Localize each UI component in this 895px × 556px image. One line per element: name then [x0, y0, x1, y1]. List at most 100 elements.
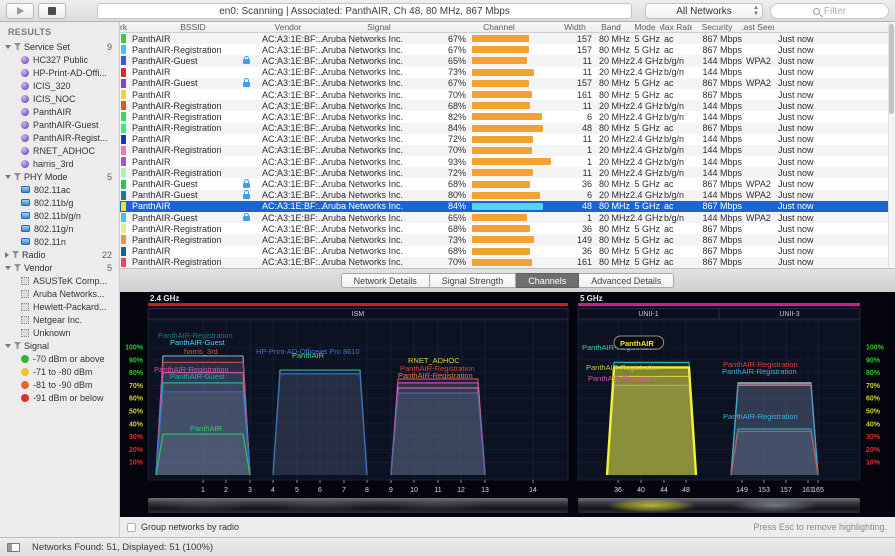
table-row[interactable]: PanthAIR-Registration AC:A3:1E:BF:... Arub…: [120, 111, 895, 122]
column-header-signal[interactable]: Signal: [318, 22, 440, 32]
column-header-network-name[interactable]: Network Name: [120, 22, 128, 32]
sidebar-item[interactable]: RNET_ADHOC: [0, 144, 119, 157]
table-row[interactable]: PanthAIR-Registration AC:A3:1E:BF:... Arub…: [120, 144, 895, 157]
sidebar-item[interactable]: 802.11n: [0, 235, 119, 248]
sidebar-item[interactable]: 802.11b/g: [0, 196, 119, 209]
sidebar-item[interactable]: PanthAIR-Guest: [0, 118, 119, 131]
disclosure-triangle-icon[interactable]: [5, 251, 9, 258]
sidebar-group-phy-mode[interactable]: PHY Mode 5: [0, 170, 119, 183]
tab-signal-strength[interactable]: Signal Strength: [429, 273, 517, 288]
table-row[interactable]: PanthAIR-Guest AC:A3:1E:BF:... Aruba Netwo…: [120, 189, 895, 201]
disclosure-triangle-icon[interactable]: [5, 343, 11, 348]
sidebar-item[interactable]: -91 dBm or below: [0, 391, 119, 404]
disclosure-triangle-icon[interactable]: [5, 265, 11, 270]
disclosure-triangle-icon[interactable]: [5, 44, 11, 49]
column-header-last-seen[interactable]: Last Seen: [742, 22, 774, 32]
sidebar-group-radio[interactable]: Radio 22: [0, 248, 119, 261]
table-row[interactable]: PanthAIR AC:A3:1E:BF:... Aruba Networks In…: [120, 33, 895, 45]
filter-funnel-icon: [12, 251, 19, 258]
group-by-radio-checkbox[interactable]: [127, 522, 136, 532]
sidebar-item[interactable]: harris_3rd: [0, 157, 119, 170]
lock-icon: [243, 190, 250, 199]
svg-text:50%: 50%: [866, 409, 881, 416]
table-row[interactable]: PanthAIR-Registration AC:A3:1E:BF:... Arub…: [120, 223, 895, 234]
column-header-width[interactable]: Width: [558, 22, 592, 32]
sidebar-item[interactable]: PanthAIR: [0, 105, 119, 118]
tab-network-details[interactable]: Network Details: [340, 273, 430, 288]
sidebar-item[interactable]: -81 to -90 dBm: [0, 378, 119, 391]
table-scrollbar[interactable]: [888, 22, 895, 268]
table-row[interactable]: PanthAIR-Registration AC:A3:1E:BF:... Arub…: [120, 256, 895, 268]
scrollbar-thumb[interactable]: [889, 24, 894, 114]
sidebar-item[interactable]: ASUSTeK Comp...: [0, 274, 119, 287]
svg-text:40%: 40%: [129, 421, 144, 428]
sidebar-item[interactable]: PanthAIR-Regist...: [0, 131, 119, 144]
cell-mode: ac: [664, 123, 674, 134]
table-row[interactable]: PanthAIR-Guest AC:A3:1E:BF:... Aruba Netwo…: [120, 77, 895, 89]
sidebar-item[interactable]: HC327 Public: [0, 53, 119, 66]
table-row[interactable]: PanthAIR-Registration AC:A3:1E:BF:... Arub…: [120, 100, 895, 112]
cell-mode: ac: [664, 89, 674, 100]
table-row[interactable]: PanthAIR AC:A3:1E:BF:... Aruba Networks In…: [120, 89, 895, 100]
table-row[interactable]: PanthAIR AC:A3:1E:BF:... Aruba Networks In…: [120, 246, 895, 257]
sidebar-group-signal[interactable]: Signal: [0, 339, 119, 352]
sidebar-item[interactable]: 802.11g/n: [0, 222, 119, 235]
network-filter-dropdown[interactable]: All Networks ▲ ▼: [645, 3, 763, 19]
sidebar-item-label: PanthAIR: [33, 106, 72, 117]
table-row[interactable]: PanthAIR-Registration AC:A3:1E:BF:... Arub…: [120, 234, 895, 246]
column-header-band[interactable]: Band: [592, 22, 630, 32]
sidebar-item[interactable]: -71 to -80 dBm: [0, 365, 119, 378]
network-color-chip: [121, 179, 126, 189]
stop-scan-button[interactable]: [38, 3, 66, 19]
table-row[interactable]: PanthAIR-Guest AC:A3:1E:BF:... Aruba Netwo…: [120, 178, 895, 189]
sidebar-item[interactable]: ICIS_320: [0, 79, 119, 92]
table-row[interactable]: PanthAIR AC:A3:1E:BF:... Aruba Networks In…: [120, 156, 895, 167]
cell-band: 5 GHz: [634, 123, 660, 134]
cell-channel: 6: [586, 111, 592, 122]
sidebar-item[interactable]: Aruba Networks...: [0, 287, 119, 300]
sidebar-item[interactable]: Hewlett-Packard...: [0, 300, 119, 313]
svg-text:90%: 90%: [866, 357, 881, 364]
cell-band: 5 GHz: [634, 201, 660, 212]
cell-signal-percent: 65%: [447, 55, 466, 66]
cell-band: 5 GHz: [634, 234, 660, 245]
cell-width: 80 MHz: [598, 89, 630, 100]
table-row[interactable]: PanthAIR-Registration AC:A3:1E:BF:... Arub…: [120, 122, 895, 134]
sidebar-item[interactable]: Netgear Inc.: [0, 313, 119, 326]
sidebar-item[interactable]: -70 dBm or above: [0, 352, 119, 365]
disclosure-triangle-icon[interactable]: [5, 174, 11, 179]
column-header-max-rate[interactable]: Max Rate: [660, 22, 692, 32]
cell-mode: b/g/n: [664, 111, 685, 122]
tab-advanced-details[interactable]: Advanced Details: [579, 273, 675, 288]
sidebar-item[interactable]: Unknown: [0, 326, 119, 339]
column-header-mode[interactable]: Mode: [630, 22, 660, 32]
cell-bssid: AC:A3:1E:BF:...: [262, 111, 326, 122]
sidebar-item[interactable]: 802.11ac: [0, 183, 119, 196]
column-header-bssid[interactable]: BSSID: [128, 22, 258, 32]
sidebar-group-vendor[interactable]: Vendor 5: [0, 261, 119, 274]
column-header-vendor[interactable]: Vendor: [258, 22, 318, 32]
table-row[interactable]: PanthAIR-Guest AC:A3:1E:BF:... Aruba Netwo…: [120, 212, 895, 224]
start-scan-button[interactable]: [6, 3, 34, 19]
table-row[interactable]: PanthAIR AC:A3:1E:BF:... Aruba Networks In…: [120, 200, 895, 212]
sidebar-item[interactable]: ICIS_NOC: [0, 92, 119, 105]
network-filter-value: All Networks: [676, 5, 732, 17]
table-row[interactable]: PanthAIR-Registration AC:A3:1E:BF:... Arub…: [120, 44, 895, 55]
column-header-security[interactable]: Security: [692, 22, 742, 32]
table-row[interactable]: PanthAIR AC:A3:1E:BF:... Aruba Networks In…: [120, 134, 895, 145]
sidebar-item[interactable]: HP-Print-AD-Offi...: [0, 66, 119, 79]
table-row[interactable]: PanthAIR-Guest AC:A3:1E:BF:... Aruba Netwo…: [120, 55, 895, 67]
table-row[interactable]: PanthAIR AC:A3:1E:BF:... Aruba Networks In…: [120, 67, 895, 78]
cell-band: 5 GHz: [634, 78, 660, 89]
cell-signal-percent: 84%: [447, 123, 466, 134]
sidebar-item[interactable]: 802.11b/g/n: [0, 209, 119, 222]
table-row[interactable]: PanthAIR-Registration AC:A3:1E:BF:... Arub…: [120, 167, 895, 179]
sidebar-group-service-set[interactable]: Service Set 9: [0, 40, 119, 53]
column-header-channel[interactable]: Channel: [440, 22, 558, 32]
cell-band: 5 GHz: [634, 246, 660, 257]
tab-channels[interactable]: Channels: [516, 273, 580, 288]
svg-text:10: 10: [410, 487, 418, 494]
cell-network-name: PanthAIR: [132, 246, 171, 257]
sidebar-toggle-icon[interactable]: [7, 542, 20, 552]
filter-input[interactable]: Filter: [770, 3, 889, 19]
